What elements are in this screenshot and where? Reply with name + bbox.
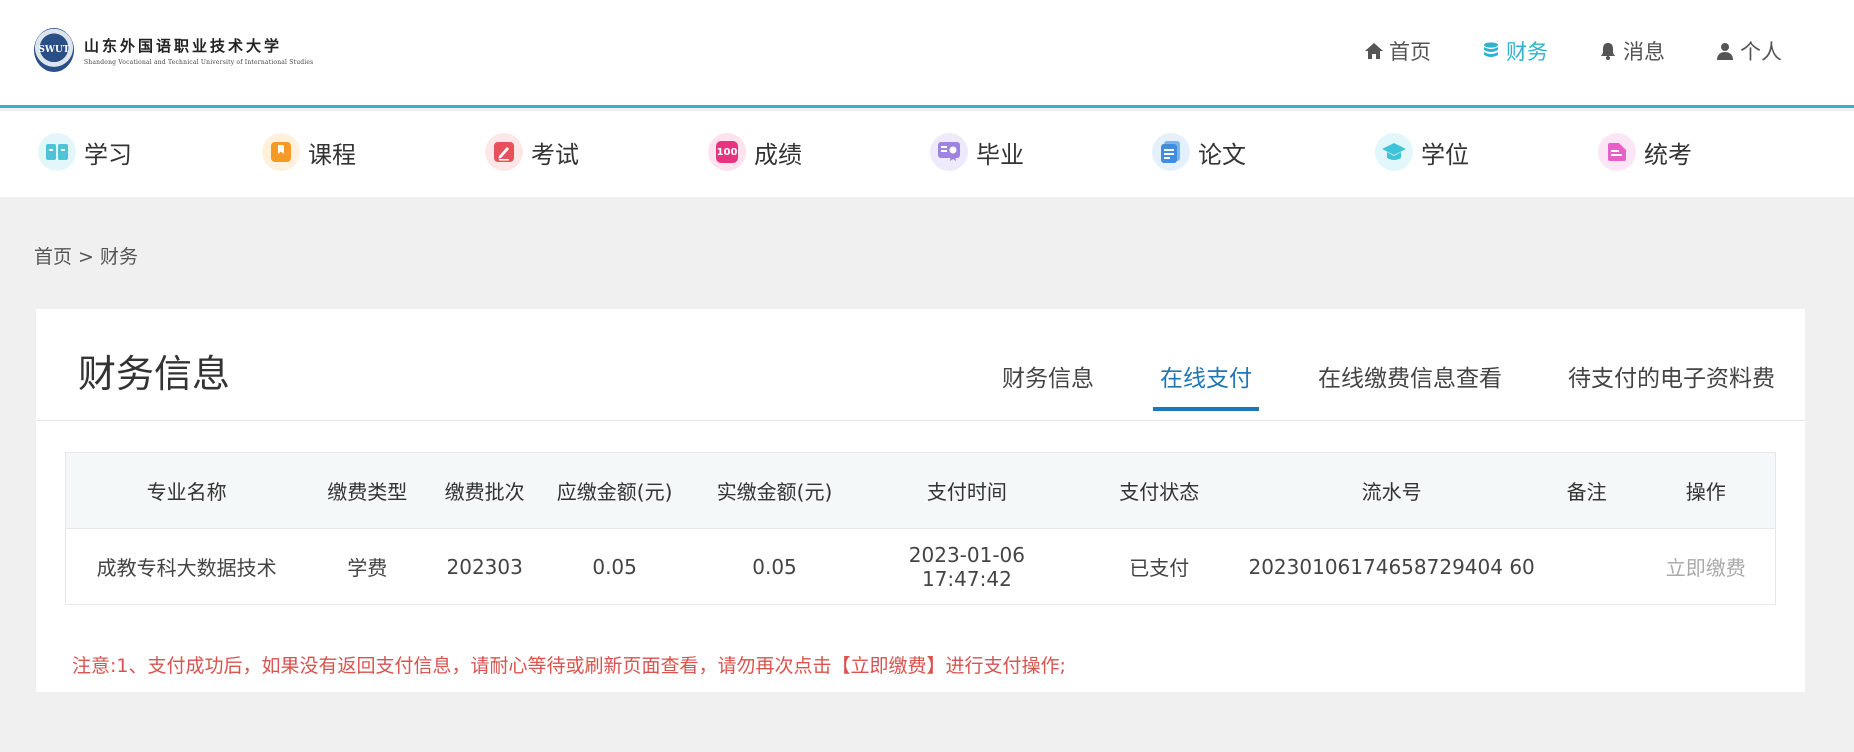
- table-row: 成教专科大数据技术 学费 202303 0.05 0.05 2023-01-06…: [66, 529, 1776, 605]
- cell-batch: 202303: [446, 554, 523, 579]
- pen-icon: [485, 133, 523, 171]
- col-serial-no: 流水号: [1246, 452, 1537, 529]
- topnav-profile-label: 个人: [1740, 40, 1782, 64]
- module-exams-label: 考试: [531, 140, 579, 169]
- cell-fee-type: 学费: [347, 556, 388, 580]
- logo-text: 山东外国语职业技术大学 Shandong Vocational and Tech…: [84, 35, 313, 66]
- topnav-finance-label: 财务: [1506, 40, 1548, 64]
- col-remark: 备注: [1536, 452, 1637, 529]
- module-thesis-label: 论文: [1198, 140, 1246, 169]
- graduation-cap-icon: [1375, 133, 1413, 171]
- topnav-profile[interactable]: 个人: [1715, 36, 1782, 66]
- logo-name-en: Shandong Vocational and Technical Univer…: [84, 58, 314, 66]
- page-title: 财务信息: [78, 352, 231, 396]
- topnav-finance[interactable]: 财务: [1481, 36, 1548, 66]
- col-major: 专业名称: [65, 452, 308, 529]
- topnav-messages-label: 消息: [1623, 40, 1665, 64]
- cell-amount-paid: 0.05: [752, 554, 797, 579]
- university-seal-icon: SWUT: [34, 28, 74, 72]
- user-icon: [1717, 43, 1733, 60]
- bookmark-icon: [262, 133, 300, 171]
- score-icon: 100: [708, 133, 746, 171]
- breadcrumb-home[interactable]: 首页: [34, 246, 72, 268]
- cell-pay-time: 2023-01-06 17:47:42: [908, 542, 1025, 591]
- cell-remark: [1537, 529, 1637, 605]
- module-courses[interactable]: 课程: [262, 133, 356, 171]
- module-unified-exam-label: 统考: [1644, 140, 1692, 169]
- top-navigation: 首页 财务 消息 个人: [1314, 36, 1782, 66]
- col-amount-paid: 实缴金额(元): [687, 452, 862, 529]
- module-courses-label: 课程: [308, 140, 356, 169]
- cell-pay-status: 已支付: [1129, 556, 1190, 580]
- module-degree-label: 学位: [1421, 140, 1469, 169]
- col-pay-status: 支付状态: [1071, 452, 1247, 529]
- bell-icon: [1601, 43, 1615, 60]
- topnav-home-label: 首页: [1389, 40, 1431, 64]
- finance-panel: 财务信息 财务信息 在线支付 在线缴费信息查看 待支付的电子资料费 专业名称 缴…: [36, 309, 1805, 692]
- module-unified-exam[interactable]: 统考: [1598, 133, 1692, 171]
- cell-major: 成教专科大数据技术: [96, 556, 277, 580]
- module-graduation[interactable]: 毕业: [930, 133, 1024, 171]
- module-degree[interactable]: 学位: [1375, 133, 1469, 171]
- col-amount-due: 应缴金额(元): [542, 452, 688, 529]
- pay-now-button[interactable]: 立即缴费: [1637, 529, 1776, 605]
- col-batch: 缴费批次: [427, 452, 543, 529]
- topnav-messages[interactable]: 消息: [1598, 36, 1665, 66]
- breadcrumb-current: 财务: [99, 246, 138, 268]
- book-open-icon: [38, 133, 76, 171]
- header: SWUT 山东外国语职业技术大学 Shandong Vocational and…: [0, 0, 1854, 108]
- university-logo[interactable]: SWUT 山东外国语职业技术大学 Shandong Vocational and…: [34, 28, 313, 72]
- folder-icon: [1598, 133, 1636, 171]
- document-icon: [1152, 133, 1190, 171]
- breadcrumb-separator: >: [78, 246, 94, 268]
- panel-header: 财务信息 财务信息 在线支付 在线缴费信息查看 待支付的电子资料费: [36, 309, 1805, 421]
- module-grades[interactable]: 100 成绩: [708, 133, 802, 171]
- cell-amount-due: 0.05: [592, 554, 637, 579]
- module-grades-label: 成绩: [754, 140, 802, 169]
- table-header-row: 专业名称 缴费类型 缴费批次 应缴金额(元) 实缴金额(元) 支付时间 支付状态…: [65, 452, 1776, 529]
- home-icon: [1365, 43, 1383, 59]
- col-fee-type: 缴费类型: [307, 452, 428, 529]
- database-icon: [1484, 42, 1498, 57]
- payment-notice: 注意:1、支付成功后，如果没有返回支付信息，请耐心等待或刷新页面查看，请勿再次点…: [72, 655, 1066, 677]
- panel-tabs: 财务信息 在线支付 在线缴费信息查看 待支付的电子资料费: [936, 359, 1775, 411]
- module-study[interactable]: 学习: [38, 133, 132, 171]
- cell-serial-no: 20230106174658729404 60: [1248, 554, 1535, 579]
- module-thesis[interactable]: 论文: [1152, 133, 1246, 171]
- certificate-icon: [930, 133, 968, 171]
- module-study-label: 学习: [84, 140, 132, 169]
- module-bar: 学习 课程 考试 100 成绩 毕业 论文 学位 统考: [0, 111, 1854, 197]
- payment-table: 专业名称 缴费类型 缴费批次 应缴金额(元) 实缴金额(元) 支付时间 支付状态…: [65, 452, 1776, 605]
- tab-finance-info[interactable]: 财务信息: [1002, 359, 1094, 411]
- module-graduation-label: 毕业: [976, 140, 1024, 169]
- topnav-home[interactable]: 首页: [1364, 36, 1431, 66]
- col-pay-time: 支付时间: [861, 452, 1072, 529]
- breadcrumb: 首页 > 财务: [34, 242, 144, 269]
- tab-online-payment[interactable]: 在线支付: [1153, 359, 1259, 411]
- score-100-icon: 100: [716, 141, 738, 163]
- module-exams[interactable]: 考试: [485, 133, 579, 171]
- logo-name-cn: 山东外国语职业技术大学: [84, 36, 283, 55]
- col-action: 操作: [1636, 452, 1776, 529]
- tab-payment-records[interactable]: 在线缴费信息查看: [1318, 359, 1502, 411]
- tab-pending-material-fees[interactable]: 待支付的电子资料费: [1568, 359, 1775, 411]
